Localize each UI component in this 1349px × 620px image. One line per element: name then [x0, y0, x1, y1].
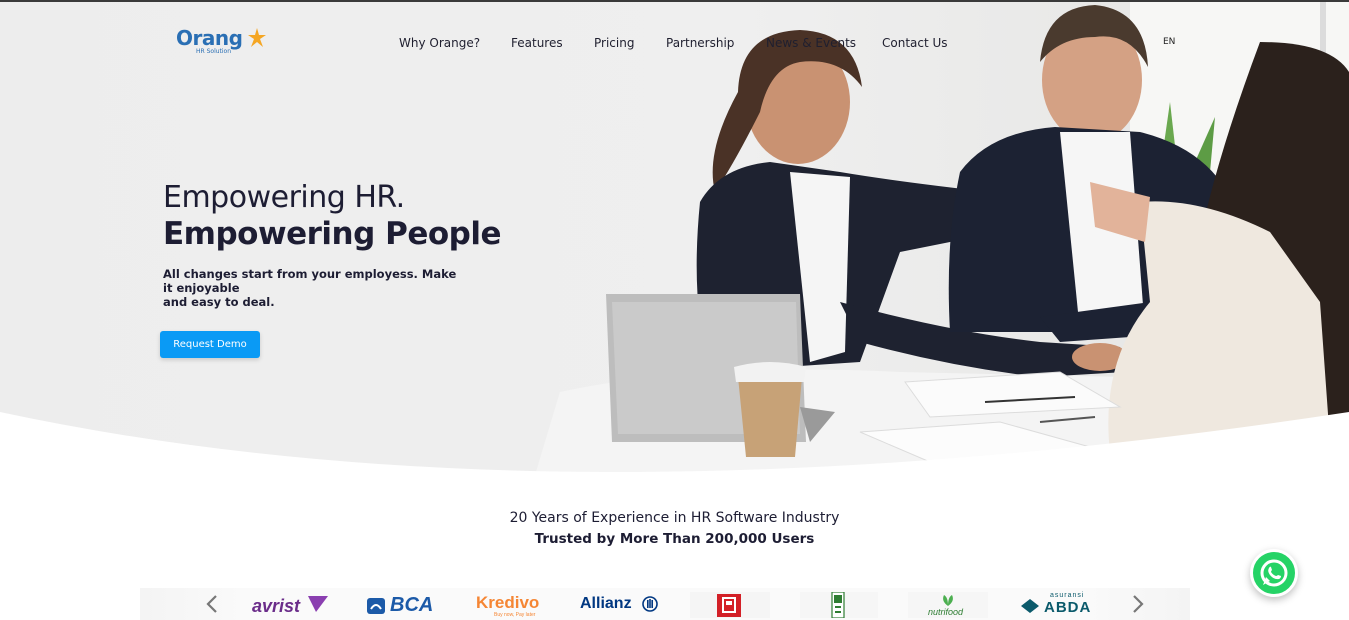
- hero-headline-1: Empowering HR.: [163, 180, 405, 215]
- whatsapp-icon: [1260, 559, 1288, 587]
- trusted-users-text: Trusted by More Than 200,000 Users: [534, 531, 815, 547]
- client-name-kredivo: Kredivo: [476, 593, 540, 612]
- nav-features[interactable]: Features: [511, 36, 563, 50]
- green-vertical-mark-icon: [831, 592, 845, 618]
- hero-headline-2: Empowering People: [163, 216, 501, 252]
- experience-text: 20 Years of Experience in HR Software In…: [509, 510, 840, 526]
- bca-mark-icon: [367, 598, 385, 614]
- client-name-allianz: Allianz: [580, 595, 632, 612]
- allianz-eagle-icon: [642, 596, 658, 612]
- hero-section: Orang HR Solution Why Orange? Features P…: [0, 2, 1349, 492]
- abda-logo: asuransi ABDA: [1020, 592, 1100, 618]
- red-square-logo: [690, 592, 770, 618]
- chevron-right-icon[interactable]: [1128, 592, 1148, 616]
- nav-why-orange[interactable]: Why Orange?: [399, 36, 480, 50]
- client-name-bca: BCA: [390, 594, 434, 616]
- client-name-avrist: avrist: [252, 596, 301, 616]
- hero-subtitle-line-1: All changes start from your employess. M…: [163, 267, 457, 295]
- client-name-nutrifood: nutrifood: [928, 607, 964, 617]
- kredivo-logo: Kredivo Buy now, Pay later: [476, 592, 546, 618]
- abda-top-text: asuransi: [1050, 592, 1085, 599]
- main-nav: Why Orange? Features Pricing Partnership…: [0, 36, 1349, 52]
- nav-news-events[interactable]: News & Events: [766, 36, 856, 50]
- request-demo-button[interactable]: Request Demo: [160, 331, 260, 358]
- kredivo-tagline: Buy now, Pay later: [494, 612, 536, 618]
- green-vertical-logo: [800, 592, 878, 618]
- avrist-mark-icon: [308, 596, 328, 612]
- nav-contact-us[interactable]: Contact Us: [882, 36, 948, 50]
- avrist-logo: avrist: [250, 592, 332, 618]
- chevron-left-icon[interactable]: [202, 592, 222, 616]
- client-name-abda: ABDA: [1044, 599, 1092, 616]
- language-selector[interactable]: EN: [1163, 37, 1175, 47]
- nav-pricing[interactable]: Pricing: [594, 36, 634, 50]
- nutrifood-leaf-icon: [943, 595, 953, 606]
- hero-subtitle-line-2: and easy to deal.: [163, 295, 275, 309]
- red-square-mark-icon: [717, 594, 741, 617]
- whatsapp-button[interactable]: [1250, 549, 1298, 597]
- nutrifood-logo: nutrifood: [908, 592, 988, 618]
- hero-subtitle: All changes start from your employess. M…: [163, 267, 463, 309]
- bca-logo: BCA: [366, 592, 438, 618]
- allianz-logo: Allianz: [580, 592, 660, 618]
- nav-partnership[interactable]: Partnership: [666, 36, 734, 50]
- abda-mark-icon: [1021, 599, 1039, 613]
